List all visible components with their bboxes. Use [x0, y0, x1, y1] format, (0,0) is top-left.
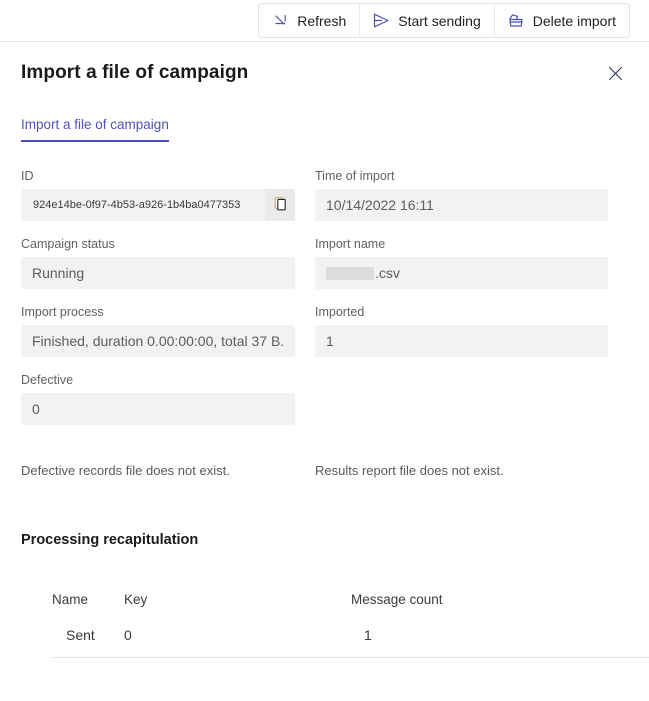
recap-cell-name: Sent: [66, 627, 95, 643]
form-gutter-2: [295, 236, 315, 304]
field-id: ID 924e14be-0f97-4b53-a926-1b4ba0477353: [21, 168, 295, 221]
form-gutter-1: [295, 168, 315, 236]
copy-icon: [273, 196, 288, 214]
delete-icon: [508, 12, 525, 29]
recap-table-header-row: Name Key Message count: [52, 585, 649, 613]
field-campaign-status: Campaign status Running: [21, 236, 295, 289]
tab-label: Import a file of campaign: [21, 117, 169, 132]
start-sending-button[interactable]: Start sending: [360, 4, 495, 37]
form-gutter-4: [295, 372, 315, 440]
field-campaign-status-value: Running: [32, 265, 85, 281]
start-sending-button-label: Start sending: [398, 12, 481, 29]
defective-file-note: Defective records file does not exist.: [21, 463, 230, 478]
field-import-process-box: Finished, duration 0.00:00:00, total 37 …: [21, 325, 295, 357]
field-imported-value: 1: [326, 333, 334, 349]
field-import-name-value-wrap: .csv: [315, 265, 608, 281]
field-import-name: Import name .csv: [315, 236, 608, 289]
field-defective-box: 0: [21, 393, 295, 425]
field-id-label: ID: [21, 169, 34, 183]
processing-recapitulation-title: Processing recapitulation: [21, 532, 199, 548]
recap-column-name: Name: [52, 591, 89, 607]
field-time-of-import-value: 10/14/2022 16:11: [326, 197, 434, 213]
copy-id-button[interactable]: [265, 189, 295, 221]
command-button-group: Refresh Start sending Delete import: [258, 3, 630, 38]
command-bar: Refresh Start sending Delete import: [0, 0, 649, 42]
field-import-process-label: Import process: [21, 305, 104, 319]
field-time-of-import: Time of import 10/14/2022 16:11: [315, 168, 608, 221]
field-defective: Defective 0: [21, 372, 295, 425]
field-defective-label: Defective: [21, 373, 74, 387]
field-time-of-import-label: Time of import: [315, 169, 395, 183]
redacted-filename: [326, 266, 374, 280]
field-time-of-import-box: 10/14/2022 16:11: [315, 189, 608, 221]
tab-import-a-file-of-campaign[interactable]: Import a file of campaign: [21, 116, 169, 142]
refresh-button[interactable]: Refresh: [259, 4, 361, 37]
recap-cell-message-count: 1: [364, 627, 372, 643]
page-title: Import a file of campaign: [21, 62, 249, 83]
table-row[interactable]: Sent 0 1: [52, 613, 649, 658]
recap-table: Name Key Message count Sent 0 1: [52, 585, 649, 658]
results-file-note: Results report file does not exist.: [315, 463, 504, 478]
field-id-value: 924e14be-0f97-4b53-a926-1b4ba0477353: [33, 199, 241, 211]
refresh-icon: [272, 12, 289, 29]
field-id-box: 924e14be-0f97-4b53-a926-1b4ba0477353: [21, 189, 295, 221]
recap-column-message-count: Message count: [351, 591, 443, 607]
field-import-name-value: .csv: [375, 265, 400, 281]
refresh-button-label: Refresh: [297, 12, 347, 29]
form-empty-cell: [315, 372, 608, 440]
recap-column-key: Key: [124, 591, 148, 607]
recap-cell-key: 0: [124, 627, 132, 643]
field-imported-label: Imported: [315, 305, 365, 319]
delete-import-button[interactable]: Delete import: [494, 4, 629, 37]
form-gutter-3: [295, 304, 315, 372]
field-import-name-label: Import name: [315, 237, 386, 251]
field-import-name-box: .csv: [315, 257, 608, 289]
file-notes: Defective records file does not exist. R…: [0, 462, 649, 480]
field-imported-box: 1: [315, 325, 608, 357]
field-import-process-value: Finished, duration 0.00:00:00, total 37 …: [32, 333, 285, 349]
field-defective-value: 0: [32, 401, 40, 417]
close-icon: [608, 66, 623, 84]
tab-list: Import a file of campaign: [21, 116, 649, 142]
detail-form: ID 924e14be-0f97-4b53-a926-1b4ba0477353 …: [0, 168, 649, 440]
field-imported: Imported 1: [315, 304, 608, 357]
field-campaign-status-label: Campaign status: [21, 237, 115, 251]
panel-header: Import a file of campaign: [0, 42, 649, 89]
field-import-process: Import process Finished, duration 0.00:0…: [21, 304, 295, 357]
close-button[interactable]: [601, 61, 629, 89]
field-campaign-status-box: Running: [21, 257, 295, 289]
delete-import-button-label: Delete import: [532, 12, 616, 29]
send-icon: [373, 12, 390, 29]
